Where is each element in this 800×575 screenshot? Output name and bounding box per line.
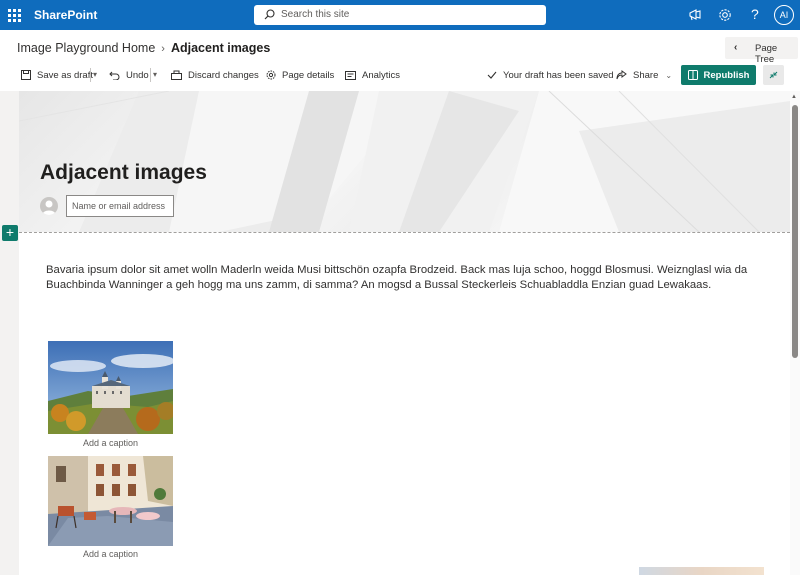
divider — [90, 68, 91, 82]
analytics-icon — [345, 70, 356, 80]
gear-icon[interactable] — [717, 7, 733, 23]
search-icon — [264, 9, 275, 20]
app-launcher-icon[interactable] — [8, 9, 21, 22]
checkmark-icon — [487, 71, 497, 79]
draft-status: Your draft has been saved — [487, 68, 614, 82]
undo-label: Undo — [126, 69, 149, 81]
scrollbar-thumb[interactable] — [792, 105, 798, 358]
image-caption-input[interactable]: Add a caption — [48, 438, 173, 448]
left-rail — [0, 91, 19, 575]
search-placeholder: Search this site — [281, 9, 350, 20]
breadcrumb-parent[interactable]: Image Playground Home — [17, 41, 155, 55]
breadcrumb: Image Playground Home › Adjacent images — [17, 41, 270, 55]
app-name[interactable]: SharePoint — [34, 8, 97, 22]
analytics-label: Analytics — [362, 69, 401, 81]
section-divider — [19, 232, 790, 233]
discard-changes-label: Discard changes — [188, 69, 259, 81]
image-caption-input[interactable]: Add a caption — [48, 549, 173, 559]
page-tree-label: Page Tree — [755, 43, 778, 65]
draft-status-text: Your draft has been saved — [503, 69, 614, 81]
author-avatar — [40, 197, 58, 215]
undo-button[interactable]: Undo — [109, 68, 149, 82]
page-title[interactable]: Adjacent images — [40, 161, 207, 185]
megaphone-icon[interactable] — [687, 7, 703, 23]
image-web-part-cafe[interactable] — [48, 456, 173, 546]
breadcrumb-current: Adjacent images — [170, 41, 271, 55]
collapse-icon — [769, 71, 778, 79]
chevron-left-icon: ‹ — [734, 42, 738, 53]
suite-bar: SharePoint Search this site ? AI — [0, 0, 800, 30]
divider — [150, 68, 151, 82]
page-details-label: Page details — [282, 69, 335, 81]
author-name-input[interactable]: Name or email address — [66, 195, 174, 217]
discard-changes-button[interactable]: Discard changes — [171, 68, 259, 82]
user-avatar[interactable]: AI — [774, 5, 794, 25]
save-icon — [21, 70, 31, 80]
vertical-scrollbar[interactable]: ▲ — [790, 91, 800, 575]
page-details-button[interactable]: Page details — [266, 68, 334, 82]
share-label: Share — [633, 69, 659, 81]
discard-icon — [171, 70, 182, 80]
help-icon[interactable]: ? — [751, 6, 767, 22]
chevron-down-icon: ⌄ — [665, 70, 673, 80]
text-web-part[interactable]: Bavaria ipsum dolor sit amet wolln Mader… — [46, 263, 776, 293]
share-icon — [616, 70, 627, 80]
analytics-button[interactable]: Analytics — [345, 68, 400, 82]
add-section-button[interactable]: + — [2, 225, 18, 241]
page-tree-button[interactable]: ‹ Page Tree — [725, 37, 798, 65]
chevron-right-icon: › — [161, 43, 165, 55]
save-as-draft-button[interactable]: Save as draft — [21, 68, 93, 82]
share-button[interactable]: Share ⌄ — [616, 68, 672, 82]
collapse-button[interactable] — [763, 65, 784, 85]
book-icon — [687, 70, 698, 80]
republish-label: Republish — [703, 69, 750, 81]
search-box[interactable]: Search this site — [254, 5, 546, 25]
chevron-down-icon[interactable]: ▾ — [93, 70, 97, 79]
image-web-part-castle[interactable] — [48, 341, 173, 434]
save-as-draft-label: Save as draft — [37, 69, 93, 81]
chevron-down-icon[interactable]: ▾ — [153, 70, 157, 79]
undo-icon — [109, 71, 120, 80]
gear-icon — [266, 70, 276, 80]
image-web-part-partial[interactable] — [639, 567, 764, 575]
scroll-up-icon[interactable]: ▲ — [791, 94, 797, 100]
republish-button[interactable]: Republish — [681, 65, 756, 85]
